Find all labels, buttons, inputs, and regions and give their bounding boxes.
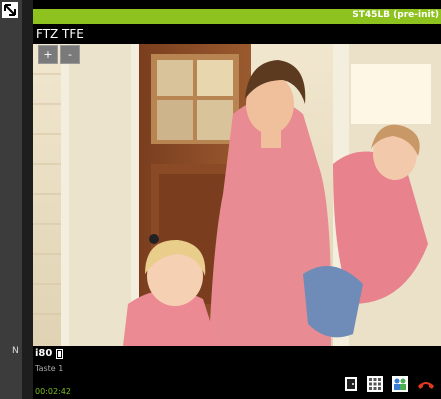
hangup-icon[interactable]: [417, 375, 435, 393]
left-rail-strip: [22, 0, 33, 399]
group-icon[interactable]: [391, 375, 409, 393]
status-bar: ST45LB (pre-init): [33, 9, 441, 24]
video-feed[interactable]: [33, 44, 441, 346]
keypad-icon[interactable]: [366, 375, 384, 393]
extension-number: i80: [35, 348, 53, 359]
zoom-in-button[interactable]: +: [38, 45, 58, 64]
camera-title: FTZ TFE: [36, 27, 84, 41]
door-icon[interactable]: [342, 375, 360, 393]
zoom-out-button[interactable]: -: [60, 45, 80, 64]
left-rail: N: [0, 0, 33, 399]
extension-row: i80: [35, 348, 64, 359]
call-panel: i80 Taste 1 00:02:42: [33, 346, 441, 399]
device-status-text: ST45LB (pre-init): [352, 10, 439, 20]
zoom-controls: + -: [38, 45, 80, 64]
rail-letter: N: [12, 346, 19, 356]
call-timer: 00:02:42: [35, 387, 71, 396]
door-station-icon: [56, 348, 64, 359]
video-frame-image: [33, 44, 441, 346]
app-logo-icon: [2, 2, 18, 18]
key-label: Taste 1: [35, 364, 64, 373]
